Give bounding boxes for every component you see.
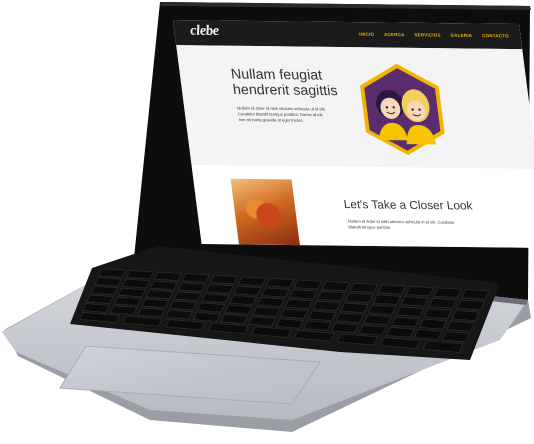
hero-text: Nullam id dolor id nibh ultricies vehicu… (236, 105, 327, 123)
keyboard-key (456, 299, 485, 311)
keyboard-key (237, 276, 266, 286)
keyboard-key (169, 300, 197, 311)
keyboard-key (224, 304, 253, 315)
closer-look-section: Let's Take a Closer Look Nullam id dolor… (191, 164, 534, 249)
keyboard-key (275, 318, 304, 329)
keyboard-key (345, 292, 374, 303)
keyboard-key (261, 287, 290, 298)
keyboard-key (154, 271, 182, 281)
keyboard-key (372, 294, 402, 305)
hero-title: Nullam feugiat hendrerit sagittis (230, 66, 339, 100)
keyboard-key (391, 316, 420, 328)
keyboard-key (368, 304, 397, 315)
laptop-screen: clebe · · · · · INICIO ACERCA SERVICIOS … (173, 20, 534, 249)
keyboard-key (201, 293, 230, 304)
keyboard-key (293, 279, 322, 290)
keyboard-key (308, 310, 336, 321)
keyboard-key (149, 280, 178, 290)
keyboard-key (173, 291, 202, 302)
avatar-hexagon-illustration (360, 63, 445, 156)
keyboard-key (252, 306, 281, 317)
keyboard-key (423, 308, 452, 319)
keyboard-key (461, 289, 490, 300)
keyboard-key (90, 285, 118, 296)
closer-look-title: Let's Take a Closer Look (342, 197, 474, 213)
keyboard-key (113, 296, 142, 307)
closer-look-text: Nullam id dolor id nibh ultricies vehicu… (347, 218, 455, 230)
keyboard-key (137, 307, 166, 318)
keyboard-key (377, 284, 406, 295)
keyboard-key (433, 287, 462, 298)
keyboard-key (265, 278, 294, 288)
keyboard-key (177, 282, 206, 292)
keyboard-key (182, 273, 210, 283)
keyboard-key (386, 327, 415, 338)
keyboard-key (418, 318, 448, 330)
keyboard-key (331, 322, 359, 334)
keyboard-key (248, 316, 276, 327)
keyboard-key (349, 282, 378, 293)
keyboard-key (428, 297, 457, 309)
keyboard-key (446, 320, 475, 332)
keyboard-key (312, 300, 341, 311)
keyboard-key (82, 303, 110, 313)
keyboard-key (405, 286, 434, 297)
keyboard-key (192, 311, 221, 322)
keyboard-key (257, 297, 285, 307)
keyboard-key (335, 312, 364, 324)
keyboard-key (321, 281, 350, 292)
keyboard-key (303, 320, 332, 331)
keyboard-key (451, 310, 480, 321)
keyboard-key (122, 278, 150, 289)
keyboard-key (86, 294, 114, 304)
keyboard-key (229, 295, 257, 306)
keyboard-key (205, 284, 234, 294)
keyboard-key (109, 305, 138, 315)
keyboard-key (441, 331, 470, 343)
keyboard-key (233, 285, 262, 296)
logo-tagline-mark: · · · · · (193, 38, 211, 43)
keyboard-key (126, 270, 154, 280)
keyboard-key (358, 324, 387, 336)
keyboard-key (317, 291, 346, 302)
keyboard-key (340, 302, 369, 313)
nav-item-servicios[interactable]: SERVICIOS (414, 32, 441, 37)
keyboard-key (210, 274, 238, 285)
keyboard-key (395, 306, 425, 317)
keyboard-key (197, 302, 225, 313)
site-nav: INICIO ACERCA SERVICIOS GALERIA CONTACTO (359, 32, 509, 39)
keyboard-key (280, 308, 309, 319)
keyboard-key (145, 289, 174, 300)
nav-item-acerca[interactable]: ACERCA (384, 32, 405, 37)
keyboard-key (220, 314, 249, 325)
keyboard-key (98, 268, 126, 278)
keyboard-key (165, 309, 193, 320)
site-logo[interactable]: clebe (189, 23, 220, 40)
keyboard-key (284, 299, 313, 309)
nav-item-inicio[interactable]: INICIO (359, 32, 375, 37)
keyboard-key (363, 314, 392, 326)
food-photo (230, 178, 300, 246)
keyboard-key (94, 277, 122, 287)
keyboard-key (400, 296, 429, 307)
keyboard-key (118, 287, 146, 298)
nav-item-contacto[interactable]: CONTACTO (482, 33, 509, 38)
hero-section: Nullam feugiat hendrerit sagittis Nullam… (176, 45, 534, 169)
keyboard-key (414, 329, 443, 340)
nav-item-galeria[interactable]: GALERIA (450, 33, 472, 38)
keyboard-key (141, 298, 170, 309)
keyboard-key (289, 289, 318, 300)
